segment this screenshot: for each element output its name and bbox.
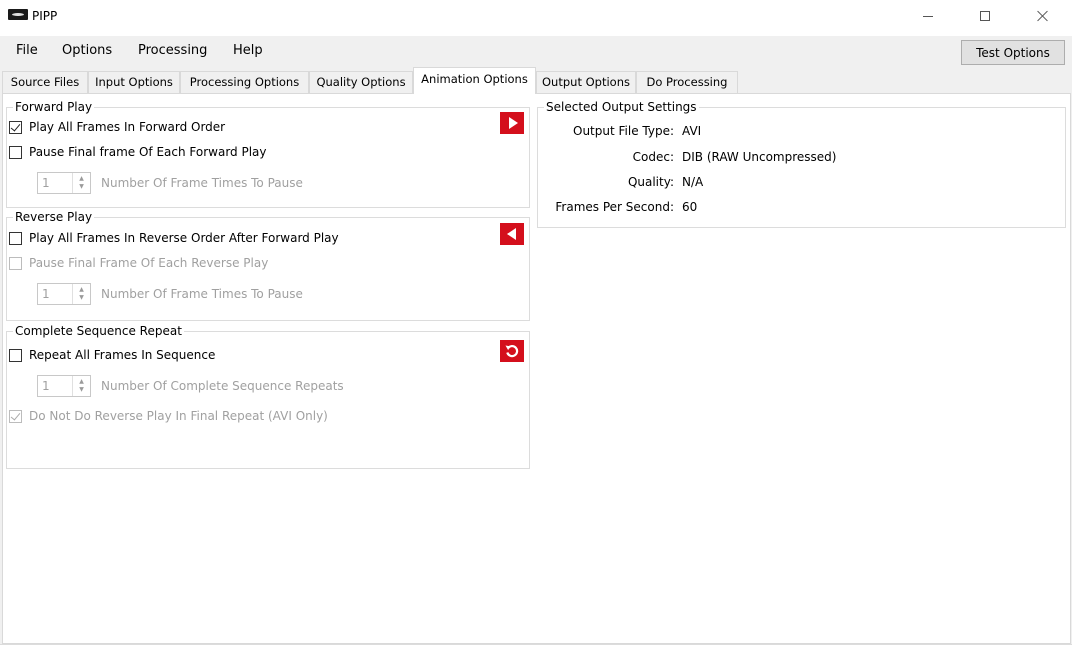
menu-file[interactable]: File bbox=[16, 43, 38, 58]
tab-output-options[interactable]: Output Options bbox=[536, 71, 636, 93]
repeat-count-stepper: 1 ▲ ▼ bbox=[37, 375, 91, 397]
forward-pause-count-label: Number Of Frame Times To Pause bbox=[101, 176, 303, 190]
close-button[interactable] bbox=[1020, 0, 1066, 32]
forward-play-all-checkbox[interactable]: Play All Frames In Forward Order bbox=[9, 120, 225, 134]
tab-do-processing[interactable]: Do Processing bbox=[636, 71, 738, 93]
maximize-button[interactable] bbox=[962, 0, 1008, 32]
menu-options[interactable]: Options bbox=[62, 43, 112, 58]
checkbox-disabled-icon bbox=[9, 256, 22, 270]
sequence-repeat-title: Complete Sequence Repeat bbox=[13, 324, 184, 338]
forward-pause-count-row: 1 ▲ ▼ Number Of Frame Times To Pause bbox=[37, 172, 303, 194]
quality-label: Quality: bbox=[627, 175, 674, 189]
checkbox-checked-icon[interactable] bbox=[9, 120, 22, 134]
checkbox-icon[interactable] bbox=[9, 348, 22, 362]
fps-label: Frames Per Second: bbox=[555, 200, 674, 214]
repeat-count-row: 1 ▲ ▼ Number Of Complete Sequence Repeats bbox=[37, 375, 344, 397]
repeat-all-label: Repeat All Frames In Sequence bbox=[29, 348, 216, 362]
checkbox-icon[interactable] bbox=[9, 231, 22, 245]
no-reverse-final-label: Do Not Do Reverse Play In Final Repeat (… bbox=[29, 409, 328, 423]
tab-animation-options[interactable]: Animation Options bbox=[413, 67, 536, 94]
stepper-arrows-icon[interactable]: ▲ ▼ bbox=[72, 173, 90, 193]
play-reverse-icon bbox=[500, 223, 524, 245]
reverse-play-all-label: Play All Frames In Reverse Order After F… bbox=[29, 231, 339, 245]
quality-value: N/A bbox=[682, 175, 704, 189]
stepper-value: 1 bbox=[42, 379, 50, 393]
fps-value: 60 bbox=[682, 200, 698, 214]
menu-bar: File Options Processing Help bbox=[0, 38, 1072, 66]
reverse-pause-count-stepper: 1 ▲ ▼ bbox=[37, 283, 91, 305]
no-reverse-final-checkbox: Do Not Do Reverse Play In Final Repeat (… bbox=[9, 409, 328, 423]
app-icon bbox=[8, 9, 28, 20]
close-icon bbox=[1037, 10, 1049, 22]
title-bar: PIPP bbox=[0, 0, 1072, 36]
forward-play-all-label: Play All Frames In Forward Order bbox=[29, 120, 226, 134]
output-file-type-label: Output File Type: bbox=[573, 124, 674, 138]
tab-quality-options[interactable]: Quality Options bbox=[309, 71, 413, 93]
test-options-button[interactable]: Test Options bbox=[961, 40, 1065, 65]
codec-value: DIB (RAW Uncompressed) bbox=[682, 150, 837, 164]
repeat-count-label: Number Of Complete Sequence Repeats bbox=[101, 379, 344, 393]
codec-label: Codec: bbox=[632, 150, 674, 164]
window-title: PIPP bbox=[32, 9, 58, 23]
stepper-value[interactable]: 1 bbox=[38, 173, 72, 193]
reverse-pause-count-label: Number Of Frame Times To Pause bbox=[101, 287, 303, 301]
tab-processing-options[interactable]: Processing Options bbox=[180, 71, 309, 93]
tab-source-files[interactable]: Source Files bbox=[2, 71, 88, 93]
forward-play-title: Forward Play bbox=[13, 100, 95, 114]
repeat-icon bbox=[500, 340, 524, 362]
reverse-pause-final-checkbox: Pause Final Frame Of Each Reverse Play bbox=[9, 256, 268, 270]
stepper-arrows-icon: ▲ ▼ bbox=[72, 376, 90, 396]
checkbox-checked-disabled-icon bbox=[9, 409, 22, 423]
selected-output-settings-title: Selected Output Settings bbox=[544, 100, 699, 114]
maximize-icon bbox=[980, 11, 990, 21]
tab-input-options[interactable]: Input Options bbox=[88, 71, 180, 93]
reverse-pause-final-label: Pause Final Frame Of Each Reverse Play bbox=[29, 256, 269, 270]
output-file-type-value: AVI bbox=[682, 124, 702, 138]
forward-pause-final-checkbox[interactable]: Pause Final frame Of Each Forward Play bbox=[9, 145, 267, 159]
reverse-play-title: Reverse Play bbox=[13, 210, 95, 224]
minimize-button[interactable] bbox=[905, 0, 951, 32]
forward-pause-count-stepper[interactable]: 1 ▲ ▼ bbox=[37, 172, 91, 194]
minimize-icon bbox=[923, 15, 933, 17]
menu-help[interactable]: Help bbox=[233, 43, 263, 58]
stepper-arrows-icon: ▲ ▼ bbox=[72, 284, 90, 304]
stepper-value: 1 bbox=[42, 287, 50, 301]
reverse-pause-count-row: 1 ▲ ▼ Number Of Frame Times To Pause bbox=[37, 283, 303, 305]
reverse-play-all-checkbox[interactable]: Play All Frames In Reverse Order After F… bbox=[9, 231, 339, 245]
checkbox-icon[interactable] bbox=[9, 145, 22, 159]
menu-processing[interactable]: Processing bbox=[138, 43, 207, 58]
forward-pause-final-label: Pause Final frame Of Each Forward Play bbox=[29, 145, 267, 159]
repeat-all-checkbox[interactable]: Repeat All Frames In Sequence bbox=[9, 348, 215, 362]
